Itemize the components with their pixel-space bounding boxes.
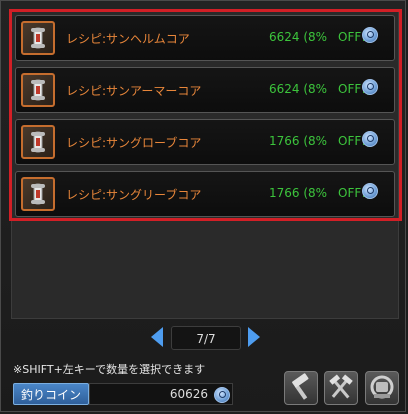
crossed-hammers-icon — [329, 374, 353, 399]
shift-click-hint: ※SHIFT+左キーで数量を選択できます — [13, 363, 206, 376]
list-item[interactable]: レシピ:サングローブコア 1766 (8% OFF!) — [15, 119, 395, 165]
hammer-icon — [292, 373, 309, 400]
next-page-arrow-icon[interactable] — [248, 327, 260, 347]
recipe-scroll-icon — [21, 73, 55, 107]
page-indicator: 7/7 — [171, 326, 241, 350]
magnifier-icon[interactable] — [362, 79, 378, 95]
item-price: 1766 (8% — [269, 186, 328, 200]
item-name: レシピ:サングローブコア — [66, 136, 202, 150]
anvil-icon — [370, 375, 394, 399]
list-item[interactable]: レシピ:サンヘルムコア 6624 (8% OFF!) — [15, 15, 395, 61]
item-name: レシピ:サングリーブコア — [66, 188, 202, 202]
item-name: レシピ:サンヘルムコア — [66, 32, 190, 46]
item-price: 6624 (8% — [269, 30, 328, 44]
item-name: レシピ:サンアーマーコア — [66, 84, 202, 98]
prev-page-arrow-icon[interactable] — [151, 327, 163, 347]
shop-panel: レシピ:サンヘルムコア 6624 (8% OFF!) レシピ:サンアーマーコア … — [0, 0, 406, 412]
recipe-scroll-icon — [21, 177, 55, 211]
magnifier-icon[interactable] — [362, 131, 378, 147]
magnifier-icon[interactable] — [362, 27, 378, 43]
currency-value: 60626 — [169, 387, 208, 401]
list-item[interactable]: レシピ:サンアーマーコア 6624 (8% OFF!) — [15, 67, 395, 113]
hammer-button[interactable] — [284, 371, 318, 405]
magnifier-icon[interactable] — [214, 387, 230, 403]
recipe-scroll-icon — [21, 21, 55, 55]
item-price: 1766 (8% — [269, 134, 328, 148]
anvil-button[interactable] — [365, 371, 399, 405]
magnifier-icon[interactable] — [362, 183, 378, 199]
recipe-scroll-icon — [21, 125, 55, 159]
currency-box: 60626 — [89, 383, 233, 405]
currency-label: 釣りコイン — [13, 383, 89, 405]
item-price: 6624 (8% — [269, 82, 328, 96]
crossed-hammers-button[interactable] — [324, 371, 358, 405]
list-item[interactable]: レシピ:サングリーブコア 1766 (8% OFF!) — [15, 171, 395, 217]
